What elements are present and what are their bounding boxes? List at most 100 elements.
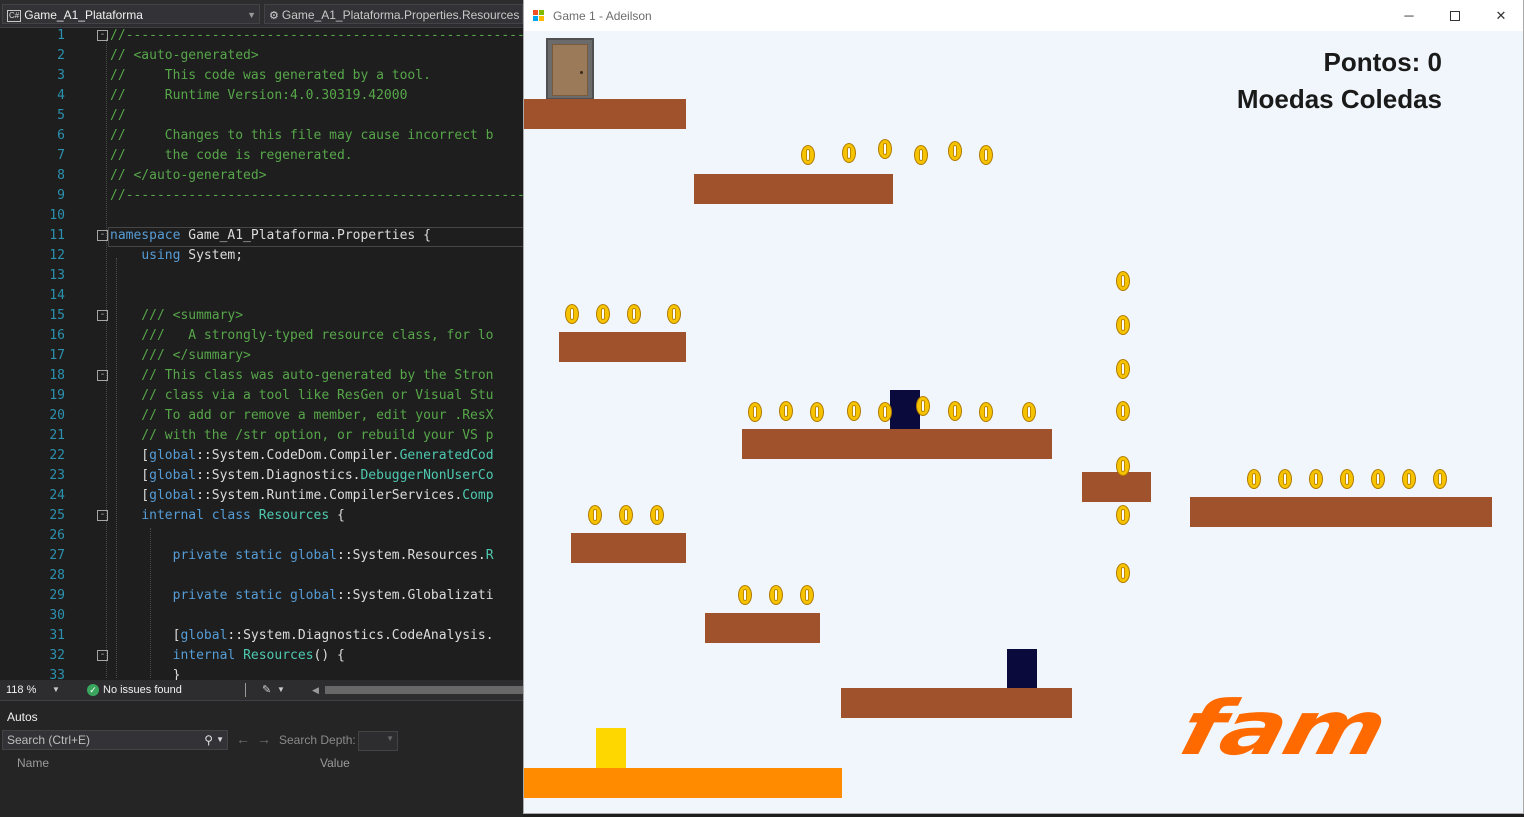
code-line[interactable]: 24 [global::System.Runtime.CompilerServi… — [0, 486, 523, 506]
code-line[interactable]: 21 // with the /str option, or rebuild y… — [0, 426, 523, 446]
code-line[interactable]: 15 - /// <summary> — [0, 306, 523, 326]
coin — [1340, 469, 1354, 489]
code-cleanup-icon[interactable]: ✎ — [262, 680, 271, 700]
collapse-toggle-icon[interactable]: - — [97, 230, 108, 241]
search-forward-arrow-icon[interactable]: → — [257, 731, 271, 747]
class-icon: ⚙ — [269, 10, 279, 22]
code-line[interactable]: 7 // the code is regenerated. — [0, 146, 523, 166]
code-token: global — [180, 628, 228, 643]
window-title-bar[interactable]: Game 1 - Adeilson ─ ✕ — [524, 0, 1523, 31]
line-number: 22 — [49, 448, 65, 463]
code-line[interactable]: 11 - namespace Game_A1_Plataforma.Properti… — [0, 226, 523, 246]
code-line[interactable]: 27 private static global::System.Resourc… — [0, 546, 523, 566]
column-header-name[interactable]: Name — [17, 756, 49, 770]
code-token: using — [141, 248, 181, 263]
code-line[interactable]: 25 - internal class Resources { — [0, 506, 523, 526]
line-number: 31 — [49, 628, 65, 643]
code-line[interactable]: 19 // class via a tool like ResGen or Vi… — [0, 386, 523, 406]
code-line[interactable]: 32 - internal Resources() { — [0, 646, 523, 666]
horizontal-scrollbar[interactable] — [325, 686, 523, 694]
collapse-toggle-icon[interactable]: - — [97, 30, 108, 41]
line-number: 24 — [49, 488, 65, 503]
minimize-button[interactable]: ─ — [1386, 0, 1432, 31]
code-line[interactable]: 22 [global::System.CodeDom.Compiler.Gene… — [0, 446, 523, 466]
line-number: 8 — [57, 168, 65, 183]
platform — [559, 332, 686, 362]
code-line[interactable]: 9 //-------------------------------------… — [0, 186, 523, 206]
code-line[interactable]: 18 - // This class was auto-generated by … — [0, 366, 523, 386]
line-number: 4 — [57, 88, 65, 103]
close-button[interactable]: ✕ — [1478, 0, 1524, 31]
code-token: ::System.Resources. — [337, 548, 486, 563]
coin — [596, 304, 610, 324]
project-dropdown[interactable]: C# Game_A1_Plataforma ▼ — [2, 4, 260, 24]
code-text: // Runtime Version:4.0.30319.42000 — [110, 86, 407, 106]
code-line[interactable]: 28 — [0, 566, 523, 586]
code-area[interactable]: 1-//------------------------------------… — [0, 28, 523, 680]
coin — [619, 505, 633, 525]
autos-panel: Autos Search (Ctrl+E) ⚲ ▼ ← → Search Dep… — [0, 700, 523, 817]
check-circle-icon: ✓ — [87, 684, 99, 696]
code-line[interactable]: 8 // </auto-generated> — [0, 166, 523, 186]
code-line[interactable]: 16 /// A strongly-typed resource class, … — [0, 326, 523, 346]
code-line[interactable]: 30 — [0, 606, 523, 626]
code-text: [global::System.CodeDom.Compiler.Generat… — [110, 446, 493, 466]
search-icon[interactable]: ⚲ — [204, 731, 213, 749]
code-line[interactable]: 12 using System; — [0, 246, 523, 266]
maximize-icon — [1450, 11, 1460, 21]
door-knob — [580, 71, 583, 74]
code-line[interactable]: 5 // — [0, 106, 523, 126]
coin — [769, 585, 783, 605]
code-line[interactable]: 33 } — [0, 666, 523, 680]
collapse-toggle-icon[interactable]: - — [97, 310, 108, 321]
autos-search-input[interactable]: Search (Ctrl+E) ⚲ ▼ — [2, 730, 228, 750]
platform — [571, 533, 686, 563]
exit-door — [546, 38, 594, 100]
code-line[interactable]: 31 [global::System.Diagnostics.CodeAnaly… — [0, 626, 523, 646]
column-header-value[interactable]: Value — [320, 756, 350, 770]
code-text: using System; — [110, 246, 243, 266]
coin — [1278, 469, 1292, 489]
code-line[interactable]: 2 // <auto-generated> — [0, 46, 523, 66]
code-token: () { — [313, 648, 345, 663]
zoom-dropdown-icon[interactable]: ▼ — [52, 680, 60, 700]
coin — [588, 505, 602, 525]
code-line[interactable]: 29 private static global::System.Globali… — [0, 586, 523, 606]
coin — [979, 402, 993, 422]
code-line[interactable]: 20 // To add or remove a member, edit yo… — [0, 406, 523, 426]
csharp-project-icon: C# — [7, 10, 22, 22]
collapse-toggle-icon[interactable]: - — [97, 510, 108, 521]
code-token: System; — [180, 248, 244, 263]
search-back-arrow-icon[interactable]: ← — [236, 731, 250, 747]
search-depth-select[interactable]: ▼ — [358, 731, 398, 751]
code-line[interactable]: 6 // Changes to this file may cause incor… — [0, 126, 523, 146]
code-line[interactable]: 26 — [0, 526, 523, 546]
game-canvas[interactable]: Pontos: 0 Moedas Coledas fam — [524, 31, 1523, 813]
code-line[interactable]: 14 — [0, 286, 523, 306]
code-line[interactable]: 1 -//------------------------------------… — [0, 28, 523, 46]
scroll-left-icon[interactable]: ◀ — [312, 680, 319, 700]
code-line[interactable]: 4 // Runtime Version:4.0.30319.42000 — [0, 86, 523, 106]
collapse-toggle-icon[interactable]: - — [97, 650, 108, 661]
code-line[interactable]: 23 [global::System.Diagnostics.DebuggerN… — [0, 466, 523, 486]
code-cleanup-dropdown-icon[interactable]: ▼ — [277, 680, 285, 700]
collapse-toggle-icon[interactable]: - — [97, 370, 108, 381]
code-line[interactable]: 3 // This code was generated by a tool. — [0, 66, 523, 86]
code-token: [ — [110, 448, 150, 463]
maximize-button[interactable] — [1432, 0, 1478, 31]
search-dropdown-icon[interactable]: ▼ — [216, 731, 224, 749]
coin — [801, 145, 815, 165]
code-text: // the code is regenerated. — [110, 146, 353, 166]
search-depth-label: Search Depth: — [279, 733, 356, 747]
code-line[interactable]: 13 — [0, 266, 523, 286]
code-token: // with the /str option, or rebuild your… — [110, 428, 494, 443]
issues-status[interactable]: No issues found — [103, 680, 182, 700]
type-dropdown[interactable]: ⚙ Game_A1_Plataforma.Properties.Resources — [264, 4, 523, 24]
code-line[interactable]: 17 /// </summary> — [0, 346, 523, 366]
line-number: 20 — [49, 408, 65, 423]
coin — [979, 145, 993, 165]
zoom-level[interactable]: 118 % — [6, 680, 36, 700]
code-line[interactable]: 10 — [0, 206, 523, 226]
